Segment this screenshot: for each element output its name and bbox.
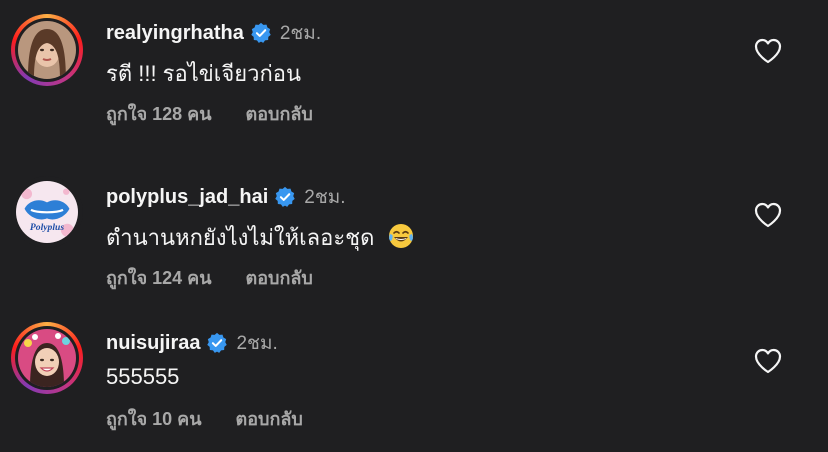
username[interactable]: realyingrhatha: [106, 22, 244, 45]
heart-icon[interactable]: [754, 202, 782, 228]
reply-button[interactable]: ตอบกลับ: [246, 99, 313, 128]
timestamp: 2ชม.: [236, 333, 278, 354]
heart-icon[interactable]: [754, 38, 782, 64]
avatar-story-ring[interactable]: [11, 322, 83, 394]
comment-item: realyingrhatha 2ชม. รตี !!! รอไข่เจียวก่…: [0, 0, 828, 150]
avatar-story-ring[interactable]: [11, 14, 83, 86]
likes-count[interactable]: ถูกใจ 10 คน: [106, 404, 202, 433]
comment-meta: ถูกใจ 128 คน ตอบกลับ: [106, 99, 313, 128]
verified-badge-icon: [207, 332, 228, 353]
comment-header: nuisujiraa 2ชม.: [106, 328, 278, 358]
username[interactable]: polyplus_jad_hai: [106, 186, 268, 209]
avatar-inner: [15, 18, 79, 82]
logo-text: Polyplus: [30, 222, 64, 233]
comment-header: realyingrhatha 2ชม.: [106, 18, 321, 48]
avatar-inner: Polyplus: [15, 180, 79, 244]
verified-badge-icon: [251, 22, 271, 43]
likes-count[interactable]: ถูกใจ 124 คน: [106, 263, 212, 292]
comment-meta: ถูกใจ 124 คน ตอบกลับ: [106, 263, 313, 292]
reply-button[interactable]: ตอบกลับ: [246, 263, 313, 292]
avatar-polyplus-logo: Polyplus: [16, 181, 78, 243]
comment-item: nuisujiraa 2ชม. 555555 ถูกใจ 10 คน ตอบกล…: [0, 300, 828, 452]
avatar-inner: [15, 326, 79, 390]
comment-header: polyplus_jad_hai 2ชม.: [106, 182, 346, 212]
comment-item: Polyplus polyplus_jad_hai 2ชม. ตำนานหกยั…: [0, 150, 828, 300]
avatar: [18, 329, 76, 387]
comment-text: 555555: [106, 364, 180, 389]
comment-text: ตำนานหกยังไงไม่ให้เลอะชุด: [106, 225, 375, 250]
avatar: [18, 21, 76, 79]
timestamp: 2ชม.: [304, 187, 346, 208]
username[interactable]: nuisujiraa: [106, 332, 200, 355]
timestamp: 2ชม.: [279, 23, 322, 44]
comment-meta: ถูกใจ 10 คน ตอบกลับ: [106, 404, 303, 433]
face-with-tears-of-joy-icon: [388, 224, 413, 248]
comment-text: รตี !!! รอไข่เจียวก่อน: [106, 61, 302, 86]
reply-button[interactable]: ตอบกลับ: [236, 404, 303, 433]
heart-icon[interactable]: [754, 348, 782, 374]
verified-badge-icon: [275, 186, 295, 207]
comment-text-row: ตำนานหกยังไงไม่ให้เลอะชุด: [106, 220, 415, 255]
avatar-wrapper[interactable]: Polyplus: [11, 176, 83, 248]
likes-count[interactable]: ถูกใจ 128 คน: [106, 99, 212, 128]
